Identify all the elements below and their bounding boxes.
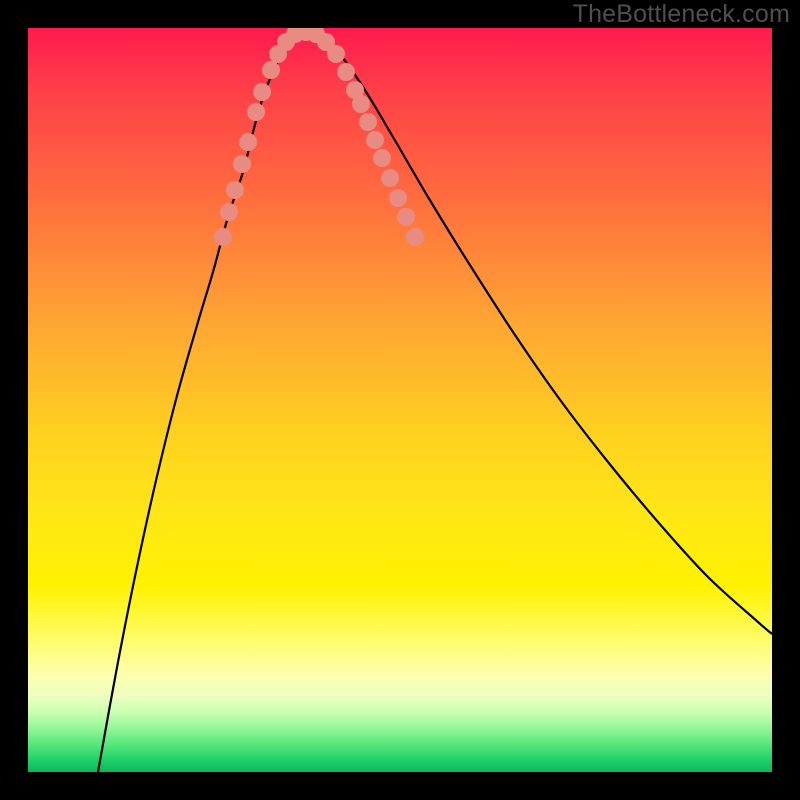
chart-frame: TheBottleneck.com — [0, 0, 800, 800]
curve-marker — [233, 155, 251, 173]
curve-marker — [239, 133, 257, 151]
curve-marker — [359, 113, 377, 131]
watermark-text: TheBottleneck.com — [573, 0, 790, 29]
bottleneck-curve — [98, 32, 772, 772]
curve-marker — [352, 95, 370, 113]
curve-marker — [389, 189, 407, 207]
curve-marker — [406, 228, 424, 246]
curve-marker — [214, 228, 232, 246]
curve-marker — [337, 63, 355, 81]
curve-marker — [262, 61, 280, 79]
curve-marker — [247, 103, 265, 121]
plot-area — [28, 28, 772, 772]
curve-marker — [226, 181, 244, 199]
curve-marker — [220, 203, 238, 221]
curve-marker — [373, 149, 391, 167]
curve-marker — [327, 45, 345, 63]
curve-marker — [253, 83, 271, 101]
curve-marker — [397, 208, 415, 226]
curve-marker — [381, 169, 399, 187]
bottleneck-curve-svg — [28, 28, 772, 772]
curve-marker — [366, 131, 384, 149]
